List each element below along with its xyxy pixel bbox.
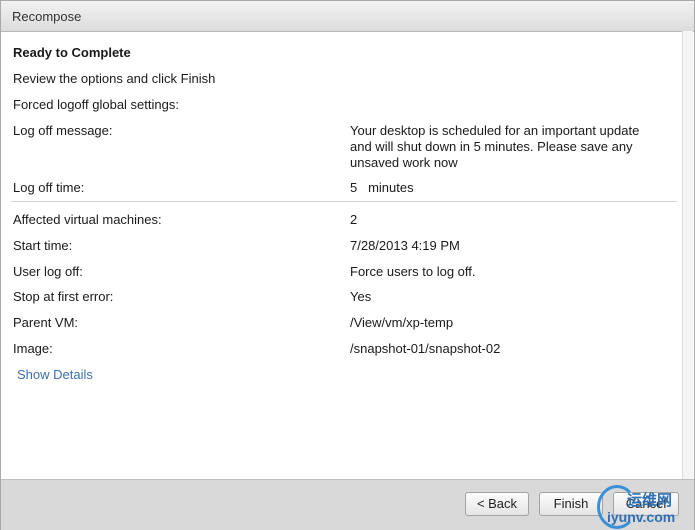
divider	[11, 201, 677, 202]
instruction-text: Review the options and click Finish	[13, 71, 216, 86]
affected-vms-label: Affected virtual machines:	[13, 212, 162, 227]
logoff-message-line: and will shut down in 5 minutes. Please …	[350, 139, 633, 154]
show-details-link[interactable]: Show Details	[17, 367, 93, 382]
logoff-message-line: unsaved work now	[350, 155, 458, 170]
parent-vm-value: /View/vm/xp-temp	[350, 315, 454, 330]
affected-vms-value: 2	[350, 212, 358, 227]
start-time-label: Start time:	[13, 238, 73, 253]
watermark-logo: 运维网 iyunv.com	[593, 479, 693, 529]
image-value: /snapshot-01/snapshot-02	[350, 341, 501, 356]
user-logoff-value: Force users to log off.	[350, 264, 476, 279]
title-bar[interactable]: Recompose	[1, 1, 694, 32]
start-time-value: 7/28/2013 4:19 PM	[350, 238, 460, 253]
logoff-message-line: Your desktop is scheduled for an importa…	[350, 123, 640, 138]
parent-vm-label: Parent VM:	[13, 315, 79, 330]
stop-at-error-value: Yes	[350, 289, 372, 304]
back-button[interactable]: < Back	[465, 492, 529, 516]
stop-at-error-label: Stop at first error:	[13, 289, 114, 304]
window-title: Recompose	[12, 9, 82, 24]
logoff-time-label: Log off time:	[13, 180, 85, 195]
image-label: Image:	[13, 341, 53, 356]
logoff-message-value: Your desktop is scheduled for an importa…	[350, 123, 639, 171]
logoff-time-value: 5 minutes	[350, 180, 414, 195]
section-label: Forced logoff global settings:	[13, 97, 179, 112]
recompose-dialog: Recompose Ready to Complete Review the o…	[0, 0, 695, 530]
watermark-en-text: iyunv.com	[607, 509, 676, 525]
dialog-content: Ready to Complete Review the options and…	[1, 31, 694, 477]
page-heading: Ready to Complete	[13, 45, 131, 60]
user-logoff-label: User log off:	[13, 264, 83, 279]
logoff-message-label: Log off message:	[13, 123, 113, 138]
dialog-footer: < Back Finish Cancel	[1, 479, 694, 530]
watermark-cn-text: 运维网	[627, 492, 673, 509]
vertical-scrollbar[interactable]	[682, 31, 693, 479]
